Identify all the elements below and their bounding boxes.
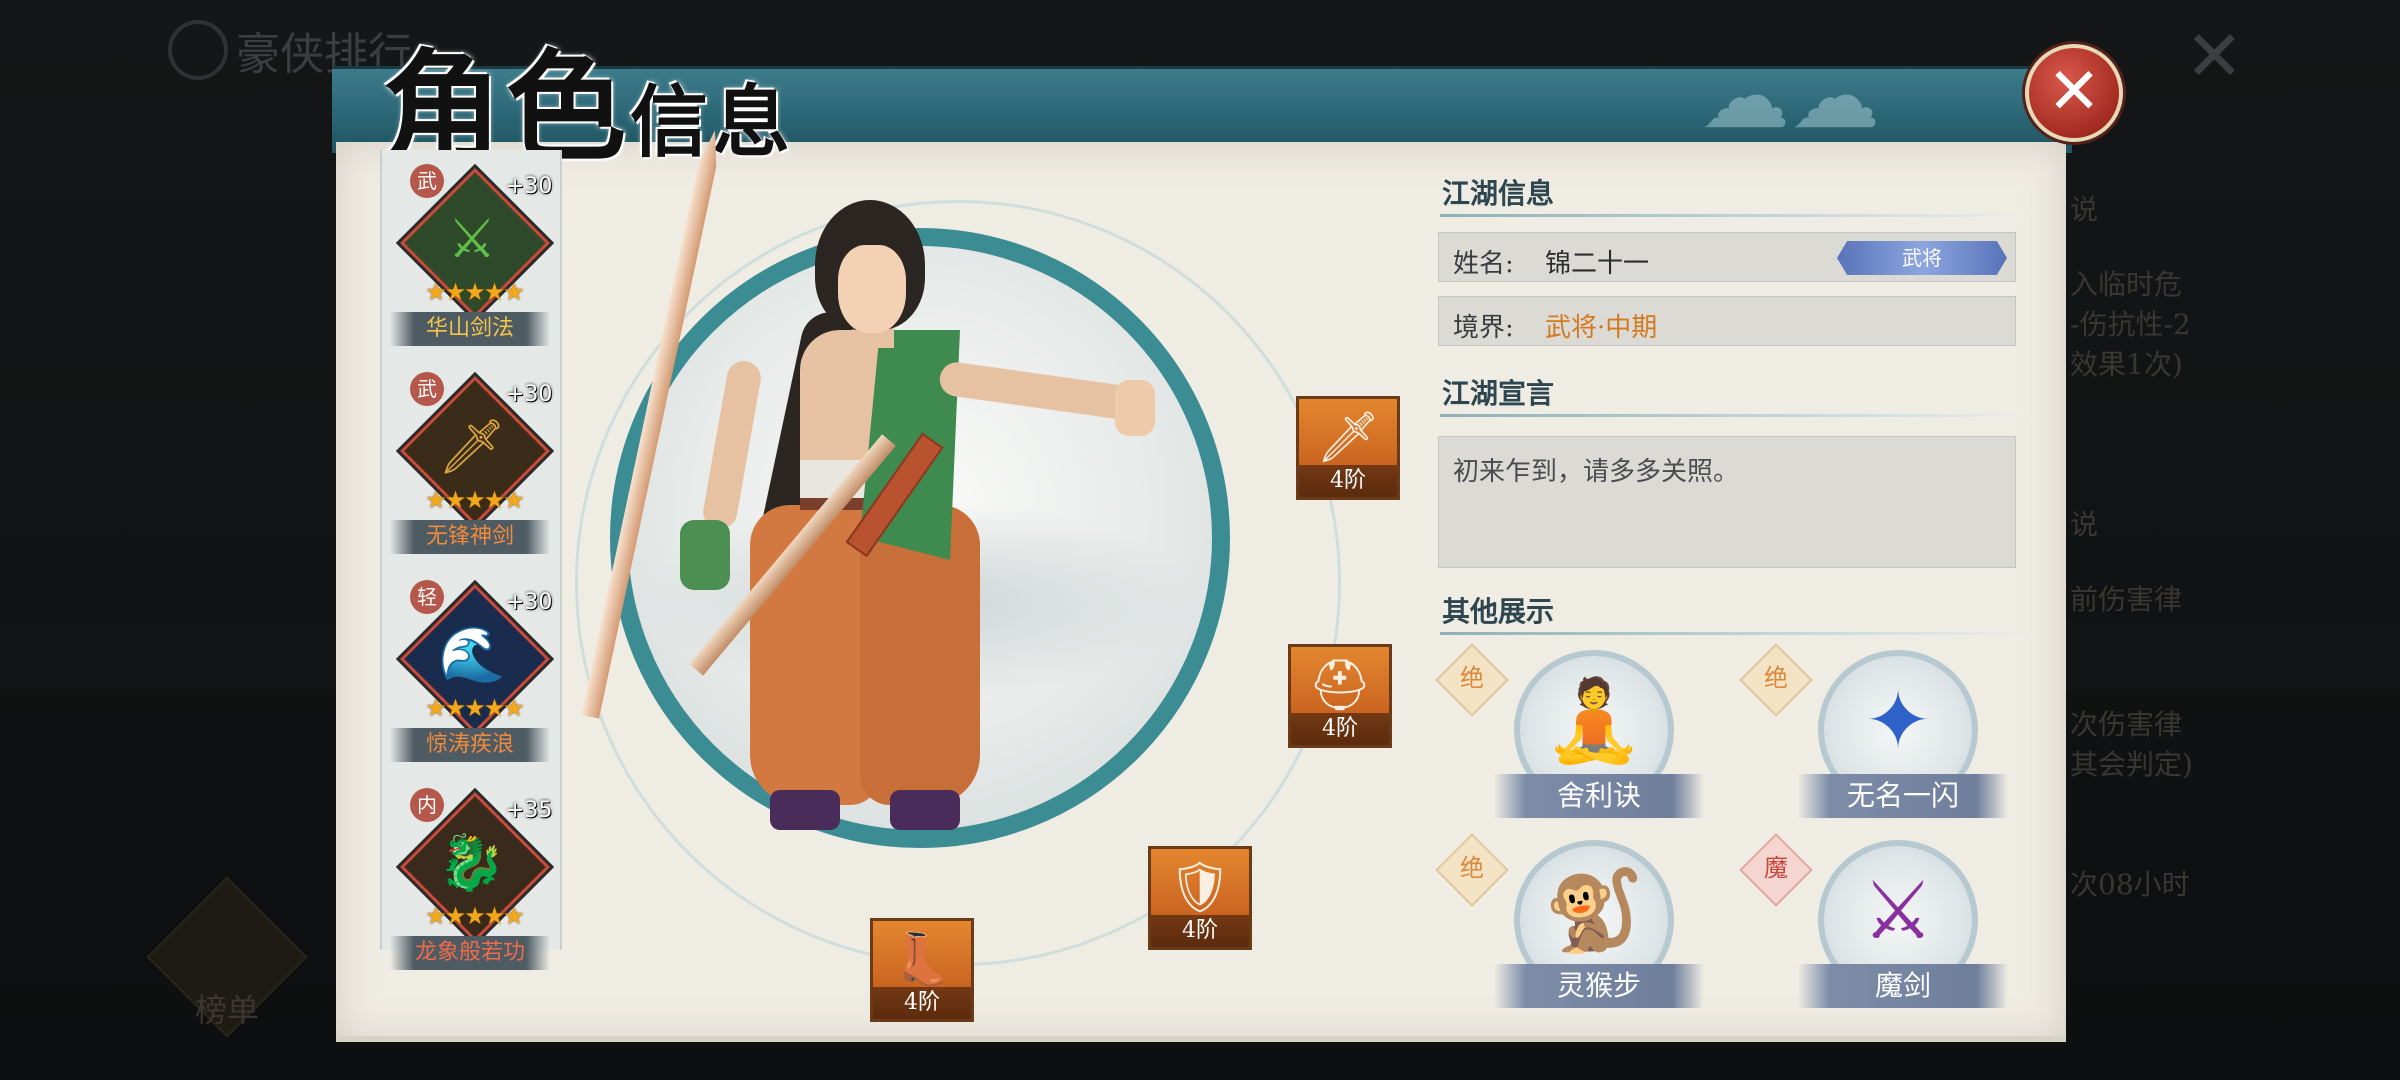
background-side-text-8: 次08小时 <box>2070 868 2190 901</box>
skill-stars: ★★★★★ <box>425 902 525 930</box>
slash-icon: ✦ <box>1864 674 1932 767</box>
section-divider <box>1440 414 2030 417</box>
background-rank-label: 榜单 <box>195 991 260 1029</box>
skill-stars: ★★★★★ <box>425 278 525 306</box>
skill-item-wufeng[interactable]: 🗡 武 +30 ★★★★★ 无锋神剑 <box>382 368 560 558</box>
character-hand-right <box>1115 380 1155 436</box>
weapon-icon: 🗡 <box>1316 408 1380 466</box>
extra-name: 灵猴步 <box>1494 964 1704 1008</box>
name-value: 锦二十一 <box>1545 249 1650 279</box>
section-jianghu-info: 江湖信息 <box>1442 177 1555 210</box>
background-side-text-2: -伤抗性-2 <box>2070 308 2191 341</box>
close-button[interactable]: ✕ <box>2025 44 2123 142</box>
extra-item-mojian[interactable]: ⚔ 魔 魔剑 <box>1739 833 2008 1020</box>
background-side-text-0: 说 <box>2070 193 2099 226</box>
motto-text: 初来乍到，请多多关照。 <box>1453 457 1740 487</box>
background-side-text-6: 次伤害律 <box>2070 708 2183 741</box>
skill-bonus: +30 <box>506 382 553 407</box>
realm-value: 武将·中期 <box>1545 313 1658 343</box>
skill-name: 惊涛疾浪 <box>390 728 550 762</box>
extra-badge: 绝 <box>1764 664 1788 692</box>
skill-stars: ★★★★★ <box>425 694 525 722</box>
equip-grade: 4阶 <box>873 987 971 1019</box>
background-side-text-4: 说 <box>2070 508 2099 541</box>
skill-stars: ★★★★★ <box>425 486 525 514</box>
skill-bonus: +30 <box>506 590 553 615</box>
extra-name: 舍利诀 <box>1494 774 1704 818</box>
rank-badge: 武将 <box>1837 241 2007 275</box>
equip-slot-boots[interactable]: 👢 4阶 <box>870 918 974 1022</box>
equip-slot-weapon[interactable]: 🗡 4阶 <box>1296 396 1400 500</box>
cloud-ornament: ☁☁ <box>1700 44 1880 149</box>
skill-type-tag: 武 <box>410 164 444 198</box>
extra-badge: 绝 <box>1460 664 1484 692</box>
skill-type-tag: 内 <box>410 788 444 822</box>
extra-item-sheli[interactable]: 🧘 绝 舍利诀 <box>1435 643 1704 830</box>
skill-item-longxiang[interactable]: 🐉 内 +35 ★★★★★ 龙象般若功 <box>382 784 560 974</box>
section-extra-display: 其他展示 <box>1442 595 1555 628</box>
skill-item-huashan[interactable]: ⚔ 武 +30 ★★★★★ 华山剑法 <box>382 160 560 350</box>
equip-grade: 4阶 <box>1299 465 1397 497</box>
section-motto: 江湖宣言 <box>1442 377 1555 410</box>
skill-bonus: +35 <box>506 798 553 823</box>
character-face <box>838 245 906 333</box>
background-side-text-7: 其会判定) <box>2070 748 2193 781</box>
info-panel: 江湖信息 姓名: 锦二十一 武将 境界: 武将·中期 江湖宣言 初来乍到，请多多… <box>1430 150 2035 1030</box>
realm-label: 境界: <box>1453 313 1514 343</box>
character-boot-right <box>890 790 960 830</box>
skill-type-tag: 武 <box>410 372 444 406</box>
equip-slot-helmet[interactable]: ⛑ 4阶 <box>1288 644 1392 748</box>
meditation-icon: 🧘 <box>1544 674 1644 767</box>
extra-badge: 绝 <box>1460 854 1484 882</box>
monkey-icon: 🐒 <box>1544 864 1644 957</box>
name-label: 姓名: <box>1453 249 1514 279</box>
background-close-icon: ✕ <box>2185 15 2244 97</box>
extra-name: 无名一闪 <box>1798 774 2008 818</box>
equip-slot-armor[interactable]: 🛡 4阶 <box>1148 846 1252 950</box>
name-field: 姓名: 锦二十一 武将 <box>1438 232 2016 282</box>
background-side-text-1: 入临时危 <box>2070 268 2183 301</box>
realm-field: 境界: 武将·中期 <box>1438 296 2016 346</box>
skill-item-jingtao[interactable]: 🌊 轻 +30 ★★★★★ 惊涛疾浪 <box>382 576 560 766</box>
motto-box: 初来乍到，请多多关照。 <box>1438 436 2016 568</box>
section-divider <box>1440 214 2030 217</box>
extra-badge: 魔 <box>1764 854 1788 882</box>
background-title-icon <box>168 20 228 80</box>
extra-name: 魔剑 <box>1798 964 2008 1008</box>
boots-icon: 👢 <box>890 930 954 988</box>
skill-bonus: +30 <box>506 174 553 199</box>
skill-type-tag: 轻 <box>410 580 444 614</box>
section-divider <box>1440 632 2030 635</box>
helmet-icon: ⛑ <box>1308 656 1372 714</box>
extra-item-wuming[interactable]: ✦ 绝 无名一闪 <box>1739 643 2008 830</box>
background-side-text-5: 前伤害律 <box>2070 583 2183 616</box>
background-side-text-3: 效果1次) <box>2070 348 2183 381</box>
skill-name: 无锋神剑 <box>390 520 550 554</box>
character-boot-left <box>770 790 840 830</box>
demon-sword-icon: ⚔ <box>1862 864 1934 957</box>
equip-grade: 4阶 <box>1151 915 1249 947</box>
dialog-bottom-edge <box>336 1036 2066 1042</box>
extra-item-linghou[interactable]: 🐒 绝 灵猴步 <box>1435 833 1704 1020</box>
equip-grade: 4阶 <box>1291 713 1389 745</box>
skill-name: 华山剑法 <box>390 312 550 346</box>
character-glove <box>680 520 730 590</box>
armor-icon: 🛡 <box>1168 858 1232 916</box>
skill-list: ⚔ 武 +30 ★★★★★ 华山剑法 🗡 武 +30 ★★★★★ 无锋神剑 🌊 … <box>380 150 562 970</box>
skill-name: 龙象般若功 <box>390 936 550 970</box>
